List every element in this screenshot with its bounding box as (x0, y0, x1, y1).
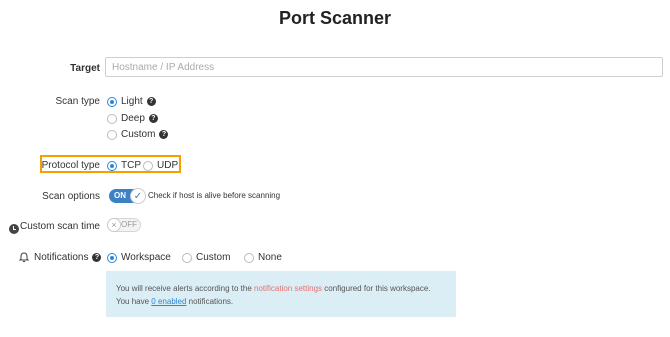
custom-scan-time-label: Custom scan time (19, 221, 100, 232)
scan-type-custom-option[interactable]: Custom ? (107, 129, 169, 140)
notifications-custom-label: Custom (196, 252, 231, 263)
notifications-custom-radio[interactable] (182, 252, 192, 263)
help-icon[interactable]: ? (146, 97, 156, 106)
scan-type-deep-option[interactable]: Deep ? (107, 113, 158, 124)
protocol-tcp-option[interactable]: TCP (107, 160, 141, 171)
notifications-workspace-radio[interactable] (107, 252, 117, 263)
protocol-tcp-radio[interactable] (107, 160, 117, 171)
scan-type-custom-radio[interactable] (107, 129, 117, 140)
info-line-2: You have 0 enabled notifications. (116, 295, 446, 308)
scan-type-light-radio[interactable] (107, 96, 117, 107)
target-input[interactable] (105, 57, 663, 77)
bell-icon (19, 252, 29, 263)
custom-scan-time-toggle[interactable]: × OFF (107, 218, 141, 232)
notifications-none-radio[interactable] (244, 252, 254, 263)
scan-options-label: Scan options (42, 191, 100, 202)
notifications-label: Notifications (34, 252, 89, 263)
notification-settings-link[interactable]: notification settings (254, 284, 322, 293)
page-title: Port Scanner (278, 8, 392, 28)
scan-type-deep-label: Deep (121, 113, 145, 124)
protocol-udp-radio[interactable] (143, 160, 153, 171)
notifications-workspace-option[interactable]: Workspace (107, 252, 171, 263)
notifications-none-option[interactable]: None (244, 252, 282, 263)
help-icon[interactable]: ? (159, 130, 169, 139)
scan-type-label: Scan type (55, 96, 100, 107)
notifications-info-box: You will receive alerts according to the… (106, 271, 456, 317)
protocol-udp-option[interactable]: UDP (143, 160, 178, 171)
protocol-type-label: Protocol type (41, 160, 100, 171)
toggle-state-text: OFF (121, 220, 137, 229)
enabled-notifications-link[interactable]: 0 enabled (151, 297, 186, 306)
notifications-none-label: None (258, 252, 282, 263)
scan-type-custom-label: Custom (121, 129, 156, 140)
toggle-state-text: ON (114, 191, 126, 200)
notifications-label-wrap: Notifications ? (34, 252, 102, 263)
protocol-udp-label: UDP (157, 160, 179, 171)
info-text: You have (116, 297, 152, 306)
info-text: notifications. (186, 297, 234, 306)
info-line-1: You will receive alerts according to the… (116, 282, 446, 295)
help-icon[interactable]: ? (148, 114, 158, 123)
scan-type-deep-radio[interactable] (107, 113, 117, 124)
help-icon[interactable]: ? (92, 253, 102, 262)
scan-type-light-option[interactable]: Light ? (107, 96, 156, 107)
host-alive-label: Check if host is alive before scanning (148, 191, 281, 200)
notifications-workspace-label: Workspace (121, 252, 171, 263)
info-text: configured for this workspace. (322, 284, 431, 293)
host-alive-toggle[interactable]: ON ✓ (109, 188, 146, 204)
protocol-tcp-label: TCP (121, 160, 141, 171)
close-icon: × (107, 218, 121, 232)
check-icon: ✓ (130, 188, 146, 204)
target-label: Target (70, 63, 100, 74)
notifications-custom-option[interactable]: Custom (182, 252, 230, 263)
info-text: You will receive alerts according to the (116, 284, 254, 293)
scan-type-light-label: Light (121, 96, 143, 107)
